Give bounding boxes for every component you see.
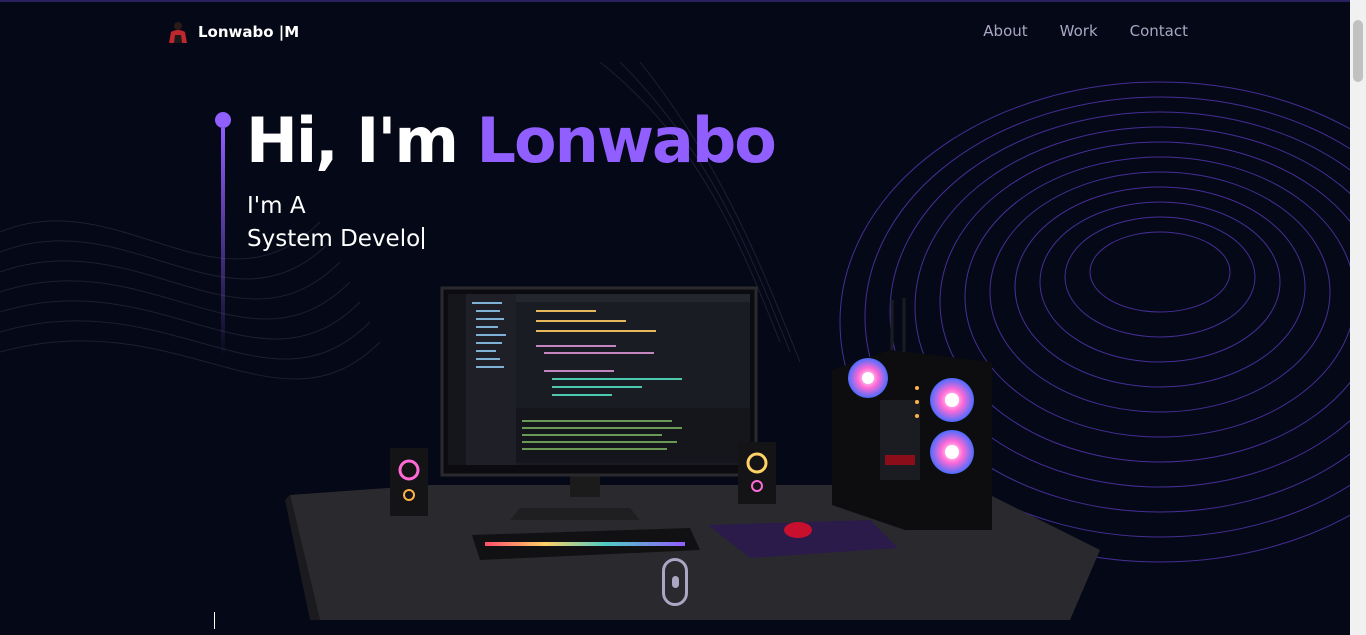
- page-scrollbar[interactable]: [1350, 0, 1366, 635]
- typed-text: System Develo: [247, 226, 421, 252]
- avatar-icon: [166, 20, 190, 44]
- scroll-down-icon[interactable]: [662, 558, 688, 606]
- hero-subtitle-line1: I'm A: [247, 193, 306, 219]
- hero-subtitle: I'm A System Develo: [247, 190, 425, 256]
- scroll-pill: [672, 576, 679, 588]
- hero-subtitle-line2: System Develo: [247, 223, 425, 256]
- brand-name: Lonwabo |M: [198, 23, 300, 41]
- computer-desk-scene: [285, 286, 1100, 620]
- indicator-line: [221, 128, 225, 358]
- hero-name: Lonwabo: [476, 104, 777, 177]
- nav-link-contact[interactable]: Contact: [1130, 22, 1188, 40]
- nav-link-about[interactable]: About: [983, 22, 1027, 40]
- hero-greeting: Hi, I'm: [246, 104, 477, 177]
- indicator-dot: [215, 112, 231, 128]
- nav-link-work[interactable]: Work: [1060, 22, 1098, 40]
- scrollbar-thumb[interactable]: [1353, 20, 1363, 82]
- nav-links: About Work Contact: [983, 22, 1188, 40]
- brand-link[interactable]: Lonwabo |M: [166, 20, 299, 44]
- navbar: Lonwabo |M About Work Contact: [0, 2, 1350, 62]
- text-cursor: [214, 612, 215, 629]
- hero-indicator: [215, 112, 231, 358]
- hero-title: Hi, I'm Lonwabo: [246, 104, 777, 177]
- typing-caret: [422, 227, 425, 249]
